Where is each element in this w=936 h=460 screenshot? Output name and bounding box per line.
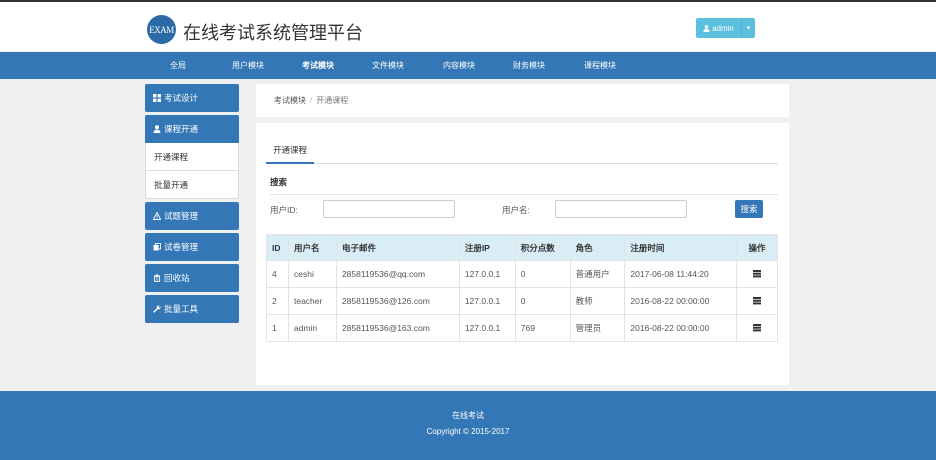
sidebar-subitem-open-course[interactable]: 开通课程 xyxy=(145,143,239,171)
site-title: 在线考试系统管理平台 xyxy=(183,23,363,43)
cell-register-time: 2016-08-22 00:00:00 xyxy=(624,287,738,315)
cell-role: 普通用户 xyxy=(569,260,626,288)
tab-bar: 开通课程 xyxy=(266,137,778,164)
nav-item-global[interactable]: 全局 xyxy=(148,52,208,79)
cell-role: 教师 xyxy=(569,287,626,315)
cell-email: 2858119536@qq.com xyxy=(335,260,460,288)
sidebar-item-label: 试题管理 xyxy=(164,211,199,221)
cell-id: 2 xyxy=(266,287,289,315)
warning-triangle-icon xyxy=(153,212,161,220)
cell-register-ip: 127.0.0.1 xyxy=(458,287,516,315)
footer-title: 在线考试 xyxy=(452,411,484,420)
cell-email: 2858119536@163.com xyxy=(335,314,460,342)
sidebar-item-question-manage[interactable]: 试题管理 xyxy=(145,202,239,230)
search-section-title: 搜索 xyxy=(270,176,778,195)
th-large-icon xyxy=(153,94,161,102)
sidebar-item-recycle-bin[interactable]: 回收站 xyxy=(145,264,239,292)
list-icon[interactable] xyxy=(753,297,762,304)
sidebar-item-course-open[interactable]: 课程开通 xyxy=(145,115,239,143)
top-nav: 全局 用户模块 考试模块 文件模块 内容模块 财务模块 课程模块 xyxy=(0,52,936,79)
cell-register-ip: 127.0.0.1 xyxy=(458,314,516,342)
nav-item-exam-module[interactable]: 考试模块 xyxy=(288,52,348,79)
breadcrumb: 考试模块 / 开通课程 xyxy=(256,84,789,117)
wrench-icon xyxy=(153,305,161,313)
tab-open-course[interactable]: 开通课程 xyxy=(266,137,315,164)
username-input[interactable] xyxy=(555,200,687,218)
column-header-role: 角色 xyxy=(569,234,626,261)
sidebar-subitem-batch-open[interactable]: 批量开通 xyxy=(145,171,239,199)
sidebar-item-label: 课程开通 xyxy=(164,124,199,134)
sidebar-item-batch-tools[interactable]: 批量工具 xyxy=(145,295,239,323)
cell-register-time: 2016-08-22 00:00:00 xyxy=(624,314,738,342)
footer: 在线考试 Copyright © 2015-2017 xyxy=(0,391,936,460)
header: EXAM 在线考试系统管理平台 admin ▾ xyxy=(0,2,936,51)
table-header-row: ID 用户名 电子邮件 注册IP 积分点数 角色 注册时间 操作 xyxy=(266,234,778,261)
nav-item-finance-module[interactable]: 财务模块 xyxy=(499,52,559,79)
sidebar: 考试设计 课程开通 开通课程 批量开通 试题管理 试卷管理 回收站 批量工具 xyxy=(145,84,239,326)
sidebar-item-label: 考试设计 xyxy=(164,93,199,103)
breadcrumb-separator: / xyxy=(310,96,313,105)
user-menu-button[interactable]: admin ▾ xyxy=(696,18,755,38)
nav-item-user-module[interactable]: 用户模块 xyxy=(218,52,278,79)
chevron-down-icon[interactable]: ▾ xyxy=(741,18,755,38)
exam-logo: EXAM xyxy=(147,15,176,44)
copy-icon xyxy=(153,243,161,251)
sidebar-item-paper-manage[interactable]: 试卷管理 xyxy=(145,233,239,261)
nav-item-file-module[interactable]: 文件模块 xyxy=(358,52,418,79)
breadcrumb-link-exam-module[interactable]: 考试模块 xyxy=(274,95,306,106)
main-panel: 开通课程 搜索 用户ID: 用户名: 搜索 ID 用户名 电子邮件 注册IP 积… xyxy=(256,123,789,385)
breadcrumb-current: 开通课程 xyxy=(316,96,349,105)
column-header-register-ip: 注册IP xyxy=(458,234,516,261)
cell-role: 管理员 xyxy=(569,314,626,342)
column-header-register-time: 注册时间 xyxy=(624,234,738,261)
sidebar-item-exam-design[interactable]: 考试设计 xyxy=(145,84,239,112)
cell-points: 769 xyxy=(514,314,571,342)
cell-register-ip: 127.0.0.1 xyxy=(458,260,516,288)
footer-copyright: Copyright © 2015-2017 xyxy=(426,427,510,436)
sidebar-item-label: 回收站 xyxy=(164,273,190,283)
search-button[interactable]: 搜索 xyxy=(735,200,763,218)
user-id-input[interactable] xyxy=(323,200,455,218)
cell-username: ceshi xyxy=(287,260,337,288)
user-id-label: 用户ID: xyxy=(270,205,298,215)
table-row: 1 admin 2858119536@163.com 127.0.0.1 769… xyxy=(266,314,778,342)
cell-points: 0 xyxy=(514,287,571,315)
user-icon xyxy=(153,125,161,133)
sidebar-item-label: 批量工具 xyxy=(164,304,199,314)
trash-icon xyxy=(153,274,161,282)
cell-actions xyxy=(736,260,778,288)
table-row: 4 ceshi 2858119536@qq.com 127.0.0.1 0 普通… xyxy=(266,260,778,288)
cell-register-time: 2017-06-08 11:44:20 xyxy=(624,260,738,288)
sidebar-item-label: 试卷管理 xyxy=(164,242,199,252)
nav-item-course-module[interactable]: 课程模块 xyxy=(570,52,630,79)
cell-email: 2858119536@126.com xyxy=(335,287,460,315)
cell-id: 1 xyxy=(266,314,289,342)
cell-points: 0 xyxy=(514,260,571,288)
column-header-email: 电子邮件 xyxy=(335,234,460,261)
cell-username: admin xyxy=(287,314,337,342)
list-icon[interactable] xyxy=(753,324,762,331)
nav-item-content-module[interactable]: 内容模块 xyxy=(429,52,489,79)
table-row: 2 teacher 2858119536@126.com 127.0.0.1 0… xyxy=(266,287,778,315)
cell-actions xyxy=(736,287,778,315)
column-header-id: ID xyxy=(266,234,289,261)
column-header-username: 用户名 xyxy=(287,234,337,261)
username-label: 用户名: xyxy=(502,205,530,215)
column-header-points: 积分点数 xyxy=(514,234,571,261)
cell-username: teacher xyxy=(287,287,337,315)
username-label: admin xyxy=(712,23,734,33)
list-icon[interactable] xyxy=(753,270,762,277)
column-header-actions: 操作 xyxy=(736,234,778,261)
users-table: ID 用户名 电子邮件 注册IP 积分点数 角色 注册时间 操作 4 ceshi… xyxy=(266,234,778,342)
cell-actions xyxy=(736,314,778,342)
user-icon xyxy=(703,24,710,32)
cell-id: 4 xyxy=(266,260,289,288)
